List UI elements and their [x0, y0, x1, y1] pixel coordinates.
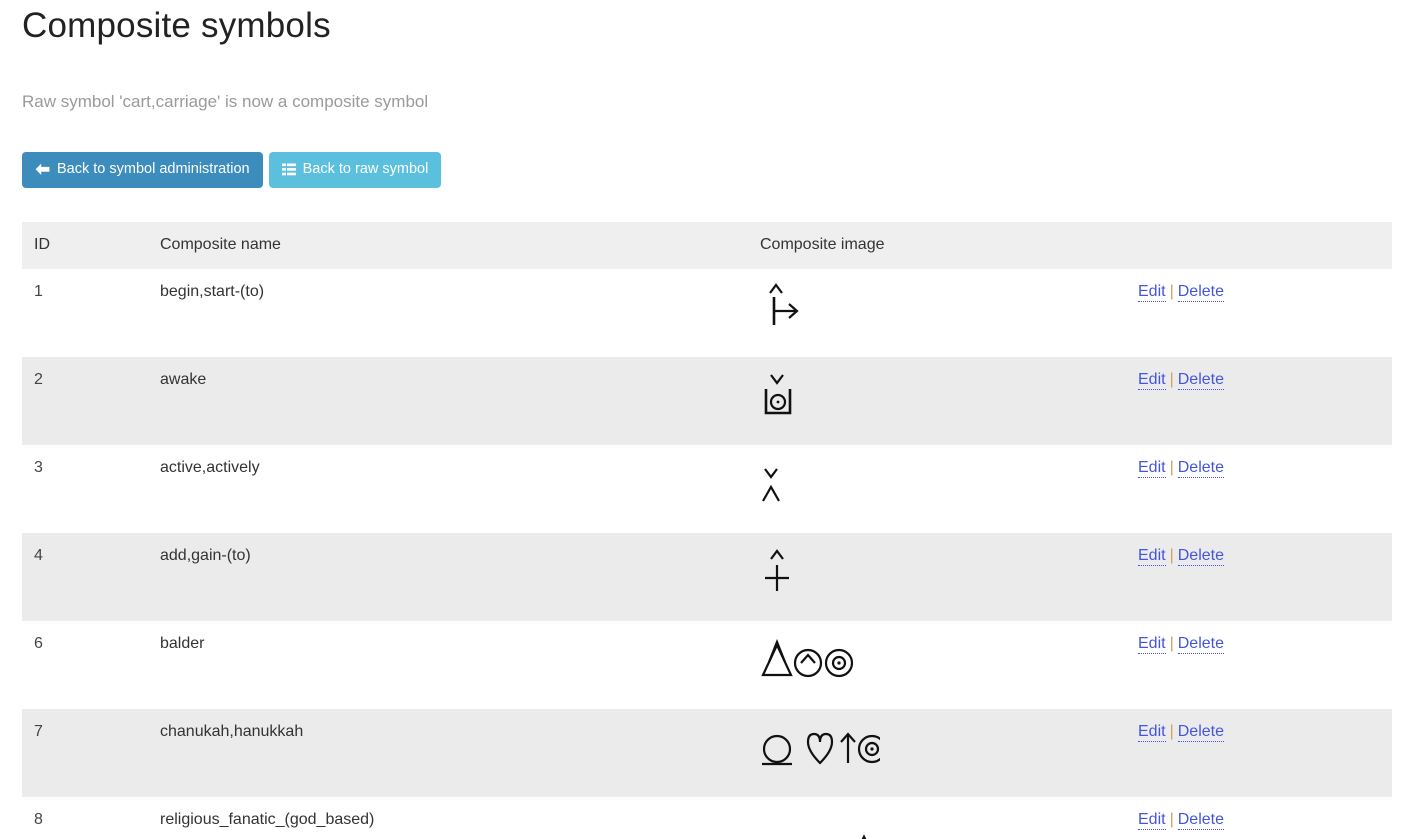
cell-id: 1	[34, 282, 43, 300]
cell-actions: Edit | Delete	[1138, 445, 1392, 533]
cell-actions: Edit | Delete	[1138, 357, 1392, 445]
edit-link[interactable]: Edit	[1138, 810, 1166, 830]
edit-link[interactable]: Edit	[1138, 458, 1166, 478]
cell-name: begin,start-(to)	[160, 282, 265, 300]
action-separator: |	[1169, 458, 1174, 476]
table-row: 2 awake Edit | Delete	[22, 356, 1392, 445]
cell-actions: Edit | Delete	[1138, 797, 1392, 839]
cell-actions: Edit | Delete	[1138, 621, 1392, 709]
composite-symbols-table: ID Composite name Composite image 1 begi…	[22, 221, 1392, 839]
column-header-id: ID	[22, 221, 160, 269]
tree-circle-chevron-circle-dot-icon	[761, 638, 854, 677]
cell-id: 2	[34, 370, 43, 388]
table-row: 4 add,gain-(to) Edit | Delete	[22, 532, 1392, 621]
cell-composite-image	[760, 269, 1138, 357]
edit-link[interactable]: Edit	[1138, 546, 1166, 566]
cell-composite-image	[760, 621, 1138, 709]
delete-link[interactable]: Delete	[1177, 810, 1224, 830]
arrow-left-icon	[35, 163, 50, 176]
edit-link[interactable]: Edit	[1138, 370, 1166, 390]
toolbar: Back to symbol administration Back to ra…	[22, 112, 1392, 188]
cell-id: 6	[34, 634, 43, 652]
delete-link[interactable]: Delete	[1177, 722, 1224, 742]
row-actions: Edit | Delete	[1138, 546, 1224, 566]
cell-id: 7	[34, 722, 43, 740]
table-header-row: ID Composite name Composite image	[22, 221, 1392, 269]
page-container: Composite symbols Raw symbol 'cart,carri…	[0, 0, 1414, 839]
table-row: 7 chanukah,hanukkah Edit | Delete	[22, 708, 1392, 797]
symbol-glyph-group	[760, 805, 1138, 839]
cell-composite-image	[760, 709, 1138, 797]
plus-dots-circle-triangle-icon	[770, 833, 867, 839]
symbol-glyph-group	[760, 365, 1138, 421]
caret-down-over-box-circle-icon	[764, 373, 792, 414]
table-row: 1 begin,start-(to) Edit | Delete	[22, 268, 1392, 357]
symbol-glyph-group	[760, 453, 1138, 509]
cell-name: active,actively	[160, 458, 260, 476]
cell-id: 4	[34, 546, 43, 564]
table-row: 6 balder Edit | Delete	[22, 620, 1392, 709]
symbol-glyph-group	[760, 277, 1138, 333]
edit-link[interactable]: Edit	[1138, 282, 1166, 302]
action-separator: |	[1169, 722, 1174, 740]
row-actions: Edit | Delete	[1138, 458, 1224, 478]
list-icon	[281, 163, 296, 176]
cell-name: add,gain-(to)	[160, 546, 251, 564]
cell-actions: Edit | Delete	[1138, 269, 1392, 357]
delete-link[interactable]: Delete	[1177, 458, 1224, 478]
page-title: Composite symbols	[22, 6, 331, 45]
back-to-raw-symbol-button[interactable]: Back to raw symbol	[268, 152, 442, 188]
cell-composite-image	[760, 533, 1138, 621]
row-actions: Edit | Delete	[1138, 810, 1224, 830]
row-actions: Edit | Delete	[1138, 722, 1224, 742]
cell-actions: Edit | Delete	[1138, 709, 1392, 797]
action-separator: |	[1169, 546, 1174, 564]
cell-id: 8	[34, 810, 43, 828]
column-header-image: Composite image	[760, 221, 1138, 269]
caret-over-bar-arrow-icon	[769, 282, 799, 325]
row-actions: Edit | Delete	[1138, 634, 1224, 654]
action-separator: |	[1169, 634, 1174, 652]
delete-link[interactable]: Delete	[1177, 546, 1224, 566]
table-body: 1 begin,start-(to) Edit | Delete 2 awake…	[22, 268, 1392, 839]
table-row: 8 religious_fanatic_(god_based) Edit | D…	[22, 796, 1392, 839]
cell-composite-image	[760, 797, 1138, 839]
cell-composite-image	[760, 357, 1138, 445]
column-header-name: Composite name	[160, 221, 760, 269]
row-actions: Edit | Delete	[1138, 370, 1224, 390]
cell-id: 3	[34, 458, 43, 476]
back-to-symbol-administration-label: Back to symbol administration	[57, 161, 250, 177]
back-to-raw-symbol-label: Back to raw symbol	[302, 161, 429, 177]
cell-name: balder	[160, 634, 205, 652]
action-separator: |	[1169, 810, 1174, 828]
delete-link[interactable]: Delete	[1177, 370, 1224, 390]
circle-heart-arrow-circle-dot-icon	[762, 731, 880, 765]
table-row: 3 active,actively Edit | Delete	[22, 444, 1392, 533]
symbol-glyph-group	[760, 717, 1138, 773]
edit-link[interactable]: Edit	[1138, 722, 1166, 742]
cell-composite-image	[760, 445, 1138, 533]
symbol-glyph-group	[760, 629, 1138, 685]
delete-link[interactable]: Delete	[1177, 634, 1224, 654]
edit-link[interactable]: Edit	[1138, 634, 1166, 654]
caret-over-plus-icon	[765, 548, 789, 591]
back-to-symbol-administration-button[interactable]: Back to symbol administration	[22, 152, 263, 188]
caret-down-over-caret-up-icon	[762, 467, 780, 502]
cell-name: religious_fanatic_(god_based)	[160, 810, 375, 828]
table-header: ID Composite name Composite image	[22, 221, 1392, 269]
cell-actions: Edit | Delete	[1138, 533, 1392, 621]
delete-link[interactable]: Delete	[1177, 282, 1224, 302]
action-separator: |	[1169, 282, 1174, 300]
symbol-glyph-group	[760, 541, 1138, 597]
status-message: Raw symbol 'cart,carriage' is now a comp…	[22, 92, 429, 111]
row-actions: Edit | Delete	[1138, 282, 1224, 302]
action-separator: |	[1169, 370, 1174, 388]
cell-name: chanukah,hanukkah	[160, 722, 304, 740]
column-header-actions	[1138, 221, 1392, 269]
cell-name: awake	[160, 370, 207, 388]
